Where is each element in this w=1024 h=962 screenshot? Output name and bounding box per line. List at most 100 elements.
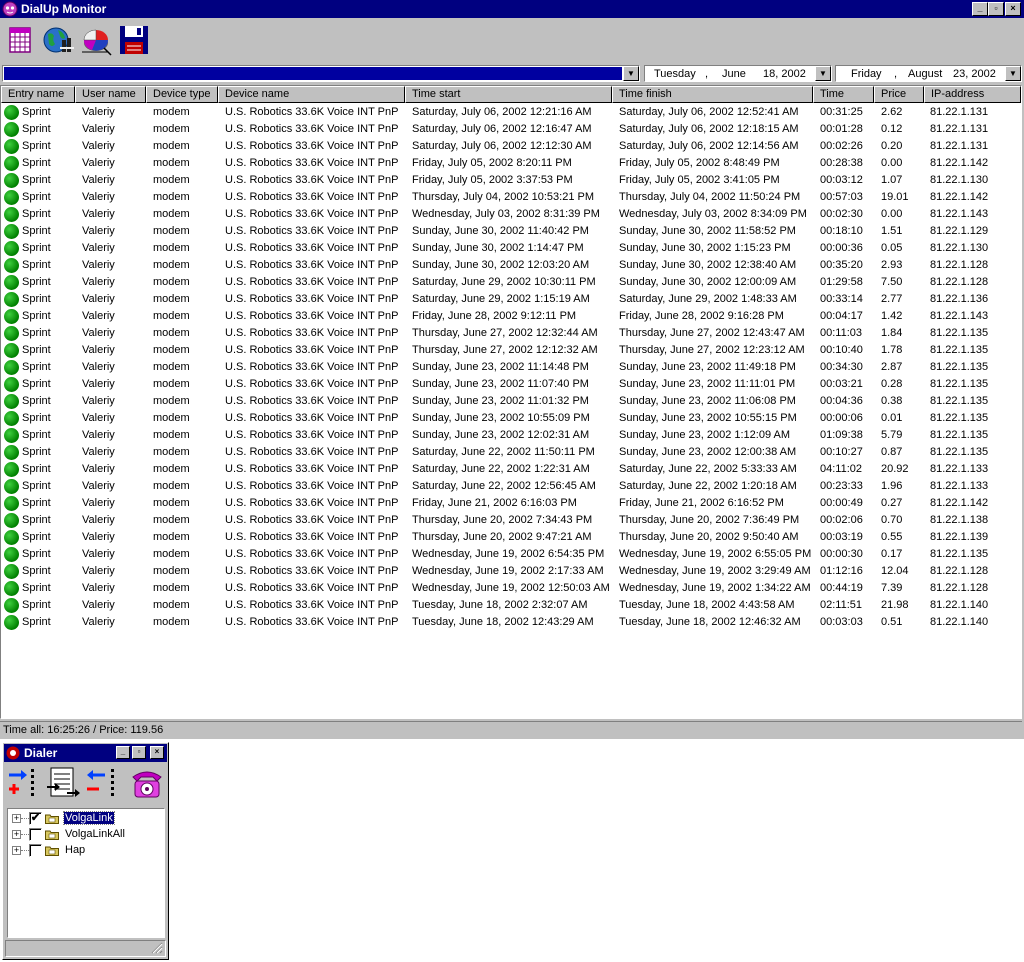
cell-price: 0.28 — [881, 378, 903, 390]
save-button[interactable] — [116, 22, 152, 58]
expand-icon[interactable]: + — [12, 814, 21, 823]
title-bar[interactable]: DialUp Monitor _ ▫ × — [0, 0, 1024, 18]
connection-status-icon — [4, 292, 19, 307]
connection-status-icon — [4, 309, 19, 324]
table-row[interactable]: Sprint Valeriy modem U.S. Robotics 33.6K Vo… — [1, 223, 1021, 240]
cell-price: 0.01 — [881, 412, 903, 424]
table-row[interactable]: Sprint Valeriy modem U.S. Robotics 33.6K Vo… — [1, 155, 1021, 172]
table-row[interactable]: Sprint Valeriy modem U.S. Robotics 33.6K Vo… — [1, 614, 1021, 631]
remove-connection-button[interactable] — [85, 765, 121, 803]
table-row[interactable]: Sprint Valeriy modem U.S. Robotics 33.6K Vo… — [1, 444, 1021, 461]
cell-entry-name: Sprint — [22, 344, 51, 356]
date-from-dropdown-button[interactable]: ▼ — [815, 66, 831, 81]
dial-button[interactable] — [129, 765, 165, 803]
restore-button[interactable]: ▫ — [988, 2, 1004, 16]
close-button[interactable]: × — [1005, 2, 1021, 16]
entry-filter-dropdown-button[interactable]: ▼ — [623, 66, 639, 81]
date-to-dropdown-button[interactable]: ▼ — [1005, 66, 1021, 81]
column-header-entry-name[interactable]: Entry name — [1, 86, 75, 103]
cell-device-name: U.S. Robotics 33.6K Voice INT PnP — [225, 446, 399, 458]
tree-node[interactable]: + ✔ VolgaLink — [8, 810, 164, 826]
add-connection-button[interactable] — [7, 765, 43, 803]
table-row[interactable]: Sprint Valeriy modem U.S. Robotics 33.6K Vo… — [1, 240, 1021, 257]
dialer-title-bar[interactable]: Dialer _ ▫ × — [4, 744, 167, 762]
table-row[interactable]: Sprint Valeriy modem U.S. Robotics 33.6K Vo… — [1, 461, 1021, 478]
entry-filter-combo[interactable]: ▼ — [2, 65, 640, 82]
table-row[interactable]: Sprint Valeriy modem U.S. Robotics 33.6K Vo… — [1, 325, 1021, 342]
table-row[interactable]: Sprint Valeriy modem U.S. Robotics 33.6K Vo… — [1, 257, 1021, 274]
cell-price: 7.50 — [881, 276, 903, 288]
edit-properties-button[interactable] — [45, 765, 81, 803]
dialer-minimize-button[interactable]: _ — [116, 746, 130, 759]
table-row[interactable]: Sprint Valeriy modem U.S. Robotics 33.6K Vo… — [1, 478, 1021, 495]
tree-node-label[interactable]: Hap — [64, 844, 86, 856]
tree-node[interactable]: + VolgaLinkAll — [8, 826, 164, 842]
table-row[interactable]: Sprint Valeriy modem U.S. Robotics 33.6K Vo… — [1, 138, 1021, 155]
table-row[interactable]: Sprint Valeriy modem U.S. Robotics 33.6K Vo… — [1, 291, 1021, 308]
table-row[interactable]: Sprint Valeriy modem U.S. Robotics 33.6K Vo… — [1, 597, 1021, 614]
column-header-device-type[interactable]: Device type — [146, 86, 218, 103]
date-from-picker[interactable]: Tuesday , June 18, 2002 ▼ — [644, 65, 832, 82]
column-header-price[interactable]: Price — [874, 86, 924, 103]
dialer-close-button[interactable]: × — [150, 746, 164, 759]
table-row[interactable]: Sprint Valeriy modem U.S. Robotics 33.6K Vo… — [1, 172, 1021, 189]
cell-time-finish: Tuesday, June 18, 2002 4:43:58 AM — [619, 599, 795, 611]
table-row[interactable]: Sprint Valeriy modem U.S. Robotics 33.6K Vo… — [1, 427, 1021, 444]
cell-ip-address: 81.22.1.139 — [930, 531, 989, 543]
cell-user-name: Valeriy — [82, 344, 115, 356]
column-header-ip-address[interactable]: IP-address — [924, 86, 1021, 103]
cell-device-type: modem — [153, 616, 190, 628]
table-row[interactable]: Sprint Valeriy modem U.S. Robotics 33.6K Vo… — [1, 274, 1021, 291]
table-row[interactable]: Sprint Valeriy modem U.S. Robotics 33.6K Vo… — [1, 495, 1021, 512]
table-row[interactable]: Sprint Valeriy modem U.S. Robotics 33.6K Vo… — [1, 206, 1021, 223]
column-header-time-start[interactable]: Time start — [405, 86, 612, 103]
expand-icon[interactable]: + — [12, 846, 21, 855]
tree-node-checkbox[interactable] — [29, 828, 42, 841]
cell-ip-address: 81.22.1.135 — [930, 429, 989, 441]
table-row[interactable]: Sprint Valeriy modem U.S. Robotics 33.6K Vo… — [1, 104, 1021, 121]
date-to-picker[interactable]: Friday , August 23, 2002 ▼ — [835, 65, 1022, 82]
cell-time: 00:00:06 — [820, 412, 863, 424]
cell-device-type: modem — [153, 429, 190, 441]
table-row[interactable]: Sprint Valeriy modem U.S. Robotics 33.6K Vo… — [1, 529, 1021, 546]
table-row[interactable]: Sprint Valeriy modem U.S. Robotics 33.6K Vo… — [1, 580, 1021, 597]
table-row[interactable]: Sprint Valeriy modem U.S. Robotics 33.6K Vo… — [1, 121, 1021, 138]
table-row[interactable]: Sprint Valeriy modem U.S. Robotics 33.6K Vo… — [1, 359, 1021, 376]
tree-connector — [21, 834, 29, 835]
network-button[interactable] — [40, 22, 76, 58]
tree-node-label[interactable]: VolgaLinkAll — [64, 828, 126, 840]
expand-icon[interactable]: + — [12, 830, 21, 839]
table-row[interactable]: Sprint Valeriy modem U.S. Robotics 33.6K Vo… — [1, 563, 1021, 580]
table-row[interactable]: Sprint Valeriy modem U.S. Robotics 33.6K Vo… — [1, 410, 1021, 427]
table-row[interactable]: Sprint Valeriy modem U.S. Robotics 33.6K Vo… — [1, 376, 1021, 393]
cell-user-name: Valeriy — [82, 259, 115, 271]
column-header-time-finish[interactable]: Time finish — [612, 86, 813, 103]
date-to-month: August — [908, 68, 943, 80]
cell-device-type: modem — [153, 446, 190, 458]
calendar-report-button[interactable] — [2, 22, 38, 58]
resize-grip-icon[interactable] — [151, 942, 163, 954]
connection-tree[interactable]: + ✔ VolgaLink + VolgaLinkAll + Hap — [7, 808, 165, 938]
column-header-user-name[interactable]: User name — [75, 86, 146, 103]
tree-node-checkbox[interactable]: ✔ — [29, 812, 42, 825]
dialer-maximize-button[interactable]: ▫ — [132, 746, 146, 759]
tree-node-label[interactable]: VolgaLink — [63, 811, 115, 825]
connections-list[interactable]: Entry name User name Device type Device nam… — [0, 85, 1022, 719]
statistics-button[interactable] — [78, 22, 114, 58]
tree-node-checkbox[interactable] — [29, 844, 42, 857]
tree-node[interactable]: + Hap — [8, 842, 164, 858]
table-row[interactable]: Sprint Valeriy modem U.S. Robotics 33.6K Vo… — [1, 342, 1021, 359]
cell-user-name: Valeriy — [82, 225, 115, 237]
table-row[interactable]: Sprint Valeriy modem U.S. Robotics 33.6K Vo… — [1, 512, 1021, 529]
table-row[interactable]: Sprint Valeriy modem U.S. Robotics 33.6K Vo… — [1, 308, 1021, 325]
minimize-button[interactable]: _ — [972, 2, 988, 16]
cell-entry-name: Sprint — [22, 378, 51, 390]
table-row[interactable]: Sprint Valeriy modem U.S. Robotics 33.6K Vo… — [1, 393, 1021, 410]
cell-time: 00:02:06 — [820, 514, 863, 526]
column-header-device-name[interactable]: Device name — [218, 86, 405, 103]
cell-time: 00:03:03 — [820, 616, 863, 628]
table-row[interactable]: Sprint Valeriy modem U.S. Robotics 33.6K Vo… — [1, 546, 1021, 563]
column-header-time[interactable]: Time — [813, 86, 874, 103]
connection-status-icon — [4, 496, 19, 511]
table-row[interactable]: Sprint Valeriy modem U.S. Robotics 33.6K Vo… — [1, 189, 1021, 206]
